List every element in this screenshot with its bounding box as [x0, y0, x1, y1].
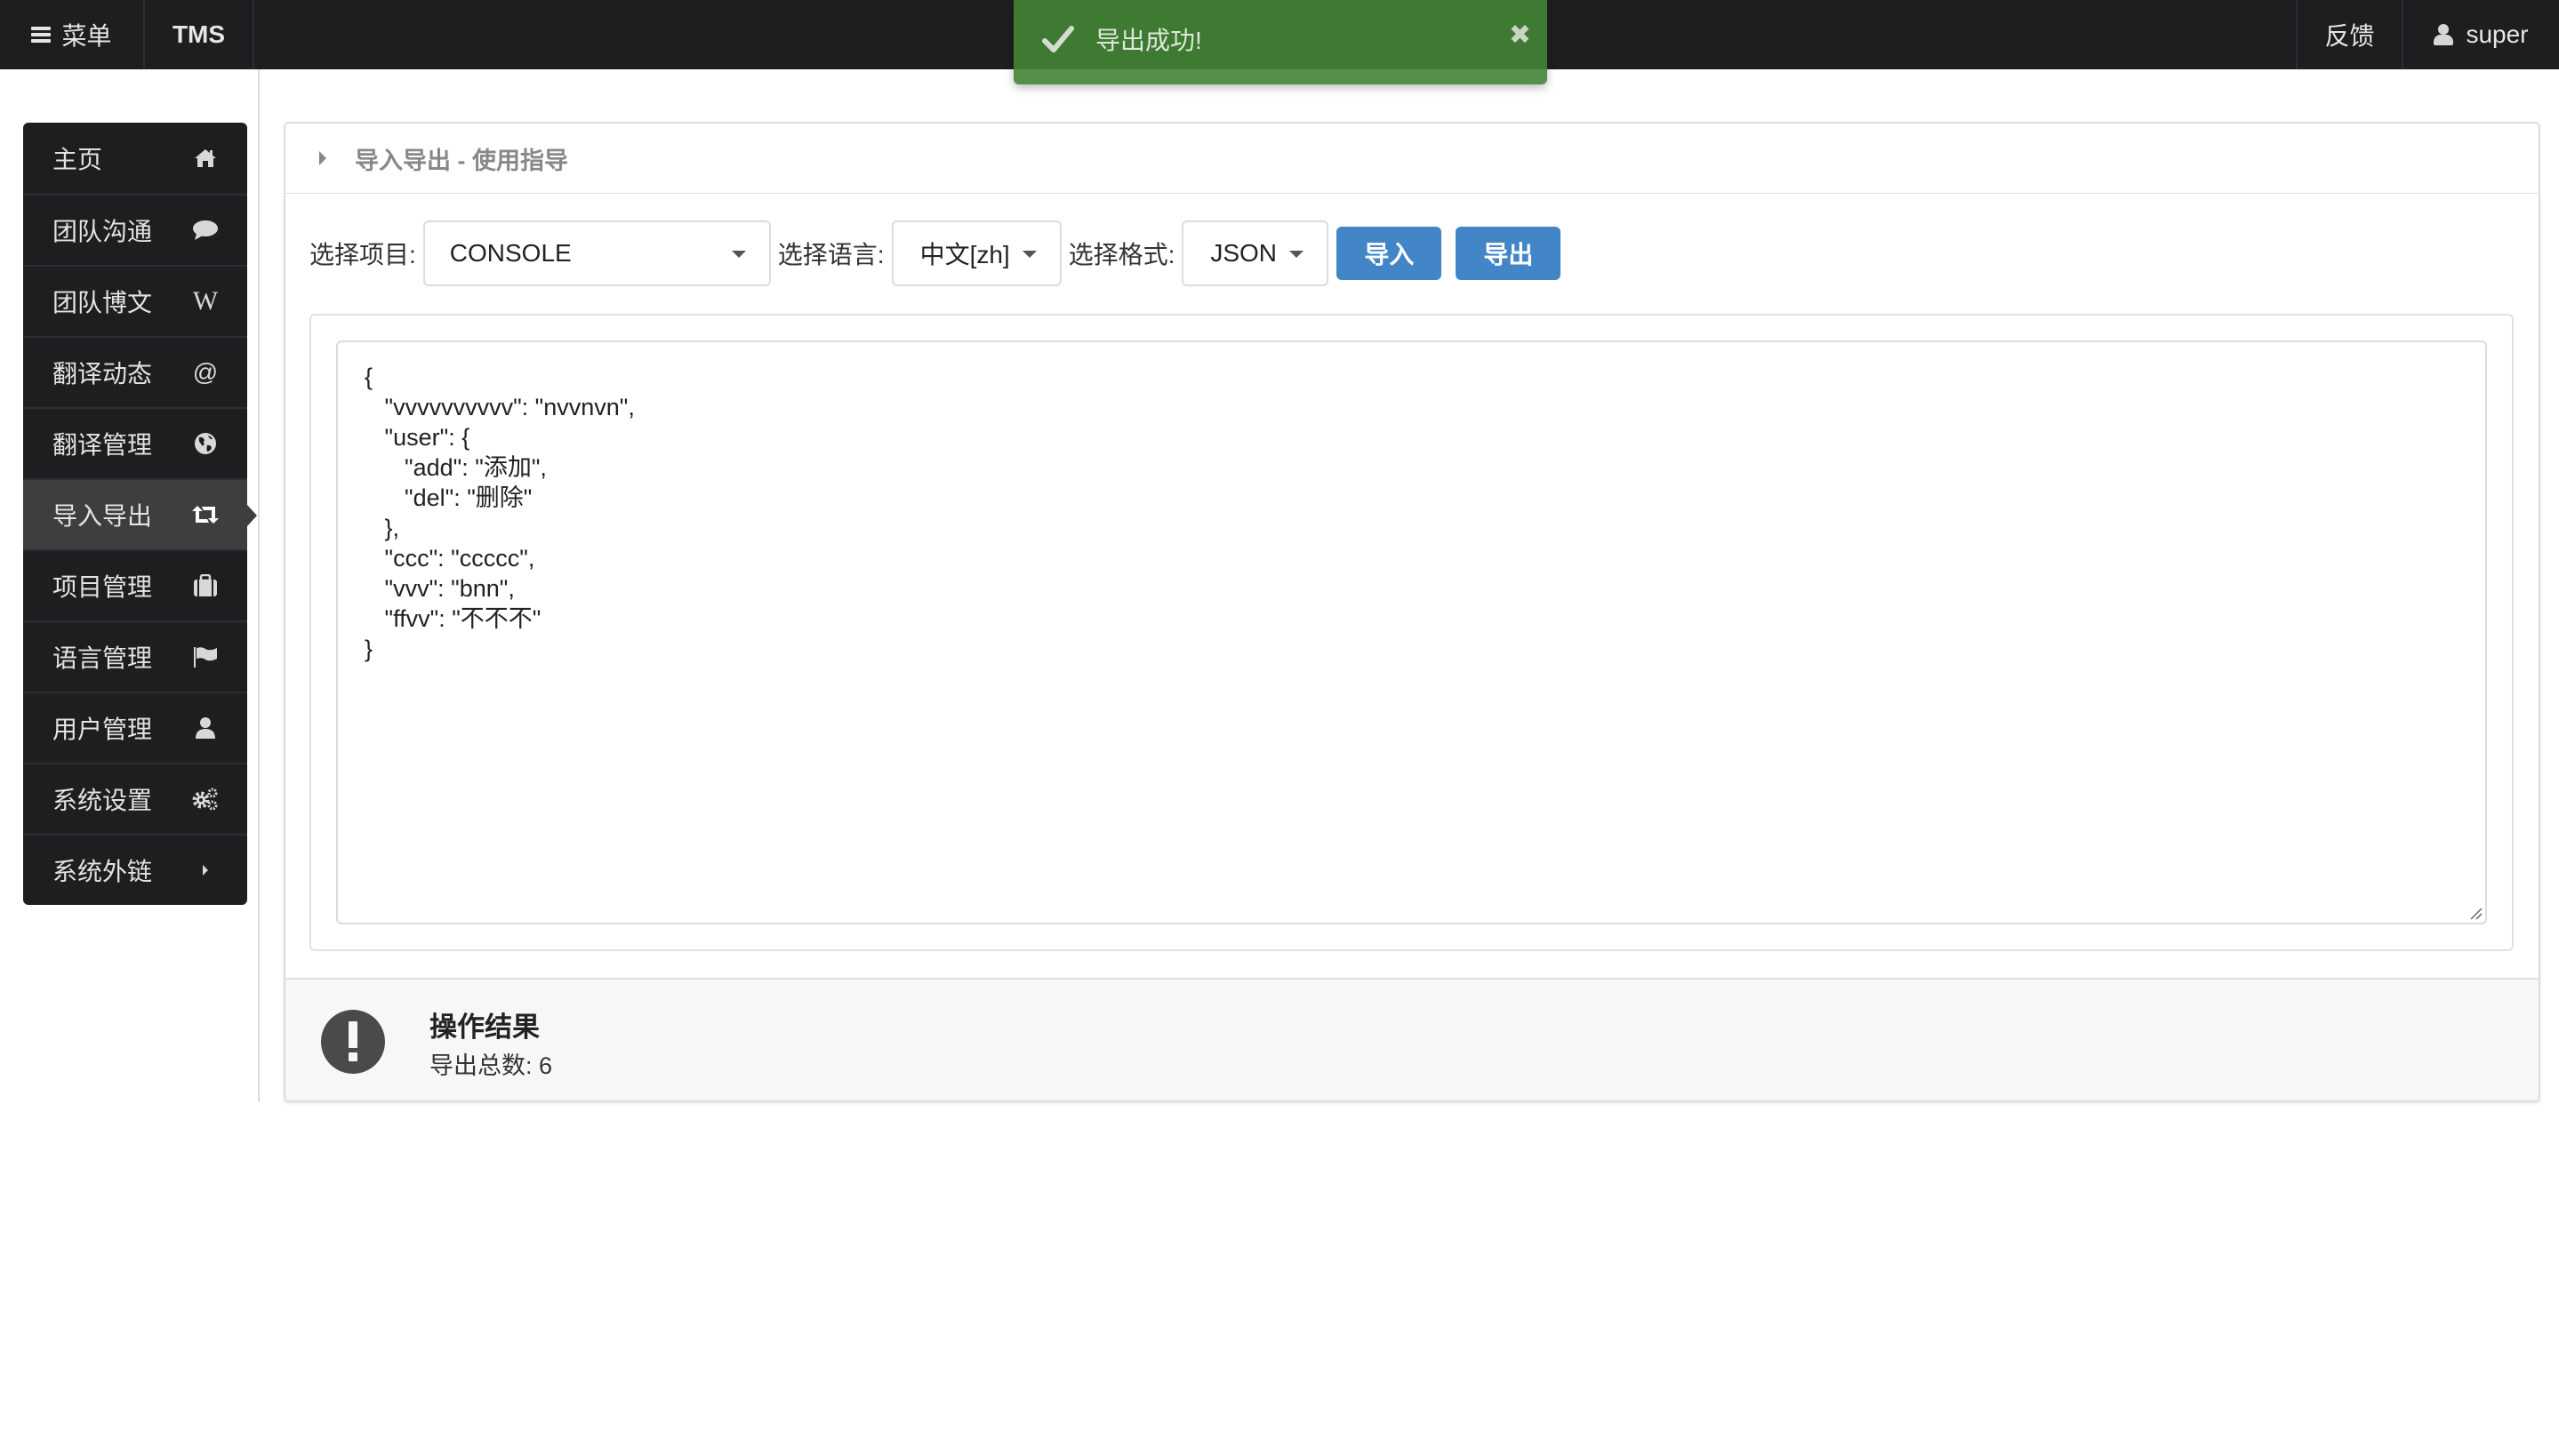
sidebar-item-label: 翻译管理: [52, 431, 153, 459]
sidebar-item-label: 导入导出: [52, 502, 153, 530]
home-icon: [192, 145, 219, 172]
sidebar-item-label: 语言管理: [52, 644, 153, 672]
format-label: 选择格式:: [1068, 241, 1175, 268]
import-button[interactable]: 导入: [1336, 227, 1442, 280]
comment-icon: [192, 217, 219, 244]
user-icon: [2434, 24, 2454, 45]
flag-icon: [192, 644, 219, 670]
success-toast: 导出成功! ✖: [1014, 0, 1547, 84]
exclamation-circle-icon: [321, 1010, 385, 1074]
sidebar-item-label: 团队博文: [52, 289, 153, 316]
sidebar: 主页 团队沟通 团队博文 W 翻译动态 @ 翻译管理 导入导出 项目管理 语言管…: [23, 123, 257, 905]
sidebar-item-label: 用户管理: [52, 716, 153, 743]
caret-right-icon: [192, 857, 219, 884]
sidebar-item-label: 翻译动态: [52, 360, 153, 388]
language-label: 选择语言:: [777, 241, 885, 268]
checkmark-icon: [1042, 25, 1074, 52]
language-select[interactable]: 中文[zh]: [891, 220, 1062, 286]
usage-guide-title: 导入导出 - 使用指导: [355, 147, 568, 174]
format-select[interactable]: JSON: [1182, 220, 1329, 286]
cogs-icon: [192, 786, 219, 812]
resize-handle-icon[interactable]: [2469, 907, 2483, 921]
caret-right-icon: [319, 151, 326, 165]
sidebar-item-label: 主页: [52, 146, 103, 173]
usage-guide-header[interactable]: 导入导出 - 使用指导: [284, 122, 2540, 195]
project-label: 选择项目:: [309, 241, 416, 268]
sidebar-item-external-links[interactable]: 系统外链: [23, 834, 247, 905]
project-select-value: CONSOLE: [449, 239, 572, 267]
wikipedia-icon: W: [192, 286, 219, 316]
menu-label: 菜单: [61, 22, 112, 50]
result-title: 操作结果: [429, 1012, 540, 1043]
content-divider: [258, 69, 260, 1102]
sidebar-item-language-manage[interactable]: 语言管理: [23, 620, 247, 692]
sidebar-item-project-manage[interactable]: 项目管理: [23, 549, 247, 620]
retweet-icon: [192, 501, 219, 528]
chevron-down-icon: [1022, 251, 1037, 258]
sidebar-item-team-chat[interactable]: 团队沟通: [23, 194, 247, 265]
close-icon[interactable]: ✖: [1509, 20, 1531, 51]
sidebar-item-user-manage[interactable]: 用户管理: [23, 692, 247, 763]
username: super: [2466, 20, 2529, 48]
toast-message: 导出成功!: [1095, 26, 1202, 54]
json-content-textarea[interactable]: { "vvvvvvvvvv": "nvvnvn", "user": { "add…: [336, 340, 2487, 924]
user-menu[interactable]: super: [2403, 0, 2559, 69]
chevron-down-icon: [731, 251, 746, 258]
sidebar-item-translation-feed[interactable]: 翻译动态 @: [23, 336, 247, 407]
brand-link[interactable]: TMS: [145, 0, 254, 69]
sidebar-item-label: 系统设置: [52, 787, 153, 814]
sidebar-item-label: 团队沟通: [52, 218, 153, 245]
globe-icon: [192, 430, 219, 457]
at-icon: @: [192, 358, 219, 386]
export-button[interactable]: 导出: [1456, 227, 1561, 280]
sidebar-item-system-settings[interactable]: 系统设置: [23, 763, 247, 834]
format-select-value: JSON: [1210, 239, 1278, 267]
project-select[interactable]: CONSOLE: [422, 220, 771, 286]
chevron-down-icon: [1289, 251, 1304, 258]
import-export-form: 选择项目: CONSOLE 选择语言: 中文[zh] 选择格式: JSON 导入…: [309, 220, 1561, 286]
briefcase-icon: [192, 572, 219, 599]
menu-toggle-button[interactable]: 菜单: [0, 0, 145, 69]
language-select-value: 中文[zh]: [919, 241, 1010, 268]
feedback-link[interactable]: 反馈: [2296, 0, 2403, 69]
sidebar-item-label: 系统外链: [52, 858, 153, 885]
sidebar-item-import-export[interactable]: 导入导出: [23, 478, 257, 549]
operation-result: 操作结果 导出总数: 6: [285, 978, 2539, 1100]
sidebar-item-home[interactable]: 主页: [23, 123, 247, 194]
result-text: 导出总数: 6: [429, 1052, 553, 1079]
sidebar-item-team-blog[interactable]: 团队博文 W: [23, 265, 247, 336]
sidebar-item-translation-manage[interactable]: 翻译管理: [23, 407, 247, 478]
sidebar-item-label: 项目管理: [52, 573, 153, 601]
hamburger-icon: [31, 27, 52, 43]
user-icon: [192, 715, 219, 741]
